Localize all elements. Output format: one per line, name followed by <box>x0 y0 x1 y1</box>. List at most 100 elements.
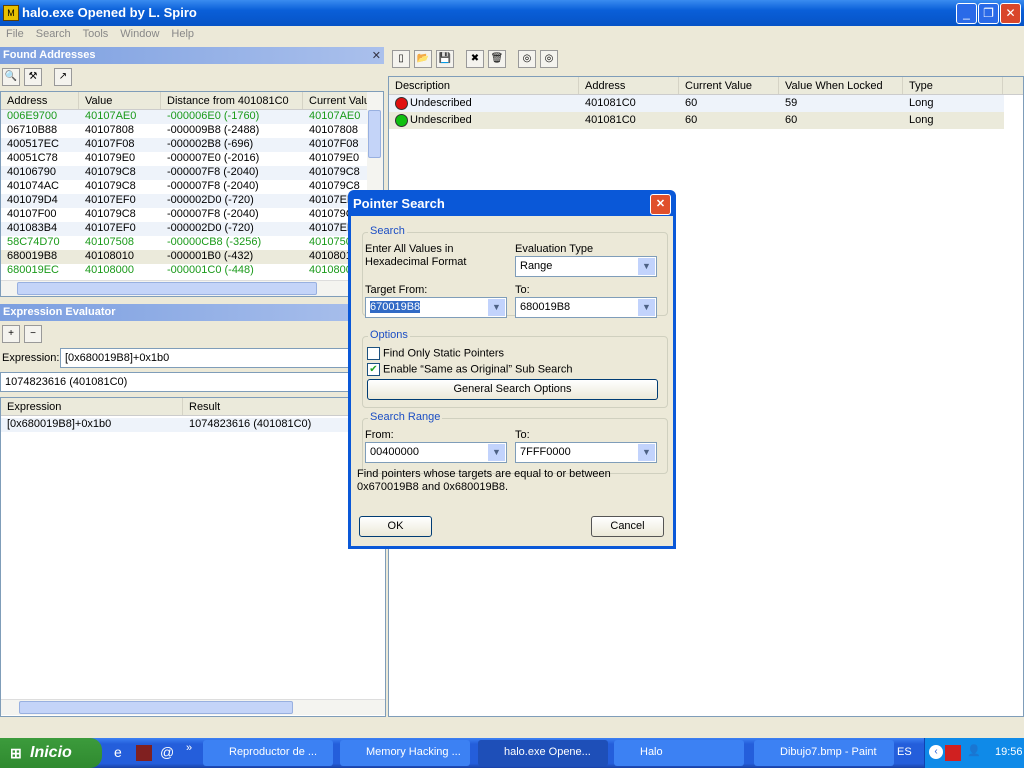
save-icon[interactable]: 💾 <box>436 50 454 68</box>
horizontal-scrollbar[interactable] <box>1 280 369 296</box>
menu-search[interactable]: Search <box>30 26 77 42</box>
target-to-label: To: <box>515 284 530 296</box>
table-row[interactable]: 401079D4 40107EF0 -000002D0 (-720) 40107EF0 <box>1 194 383 208</box>
found-toolbar: 🔍 ⚒ ↗ <box>2 68 76 86</box>
search-icon[interactable]: 🔍 <box>2 68 20 86</box>
options-group: Options Find Only Static Pointers ✔ Enabl… <box>362 329 668 408</box>
dialog-close-button[interactable]: ✕ <box>650 194 671 215</box>
taskbar: ⊞ Inicio e @ » Reproductor de ... Memory H… <box>0 738 1024 768</box>
combo-value: 670019B8 <box>370 301 421 313</box>
remove-icon[interactable]: − <box>24 325 42 343</box>
horizontal-scrollbar[interactable] <box>1 699 385 715</box>
cell: Undescribed <box>389 112 579 129</box>
expression-result: 1074823616 (401081C0) <box>0 372 384 392</box>
cell: 680019EC <box>7 264 59 276</box>
taskbar-item[interactable]: Dibujo7.bmp - Paint <box>754 740 894 766</box>
table-row[interactable]: 40051C78 401079E0 -000007E0 (-2016) 401079E… <box>1 152 383 166</box>
cell: 680019B8 <box>7 250 58 262</box>
language-indicator[interactable]: ES <box>897 746 912 758</box>
col-address[interactable]: Address <box>1 92 79 109</box>
lock-icon[interactable]: ◎ <box>518 50 536 68</box>
user-icon[interactable]: 👤 <box>967 744 981 757</box>
menu-window[interactable]: Window <box>114 26 165 42</box>
antivirus-icon[interactable] <box>945 745 961 761</box>
group-label: Search <box>368 225 407 237</box>
table-row[interactable]: 680019EC 40108000 -000001C0 (-448) 40108000 <box>1 264 383 278</box>
evaluator-toolbar: + − <box>2 325 46 343</box>
cell: 401081C0 <box>585 97 636 109</box>
table-row[interactable]: 401074AC 401079C8 -000007F8 (-2040) 401079C… <box>1 180 383 194</box>
cell: -000007E0 (-2016) <box>167 152 260 164</box>
col-value[interactable]: Value <box>79 92 161 109</box>
menu-tools[interactable]: Tools <box>77 26 115 42</box>
evaluation-type-select[interactable]: Range ▼ <box>515 256 657 277</box>
menu-help[interactable]: Help <box>165 26 200 42</box>
close-panel-icon[interactable]: ✕ <box>372 49 381 62</box>
app-icon[interactable]: M <box>3 5 19 21</box>
col-value-locked[interactable]: Value When Locked <box>779 77 903 94</box>
table-row[interactable]: 40106790 401079C8 -000007F8 (-2040) 401079C… <box>1 166 383 180</box>
cancel-button[interactable]: Cancel <box>591 516 664 537</box>
close-button[interactable]: ✕ <box>1000 3 1021 24</box>
same-as-original-checkbox[interactable]: ✔ Enable “Same as Original” Sub Search <box>367 363 573 376</box>
cell: 40107F00 <box>7 208 57 220</box>
table-row[interactable]: Undescribed 401081C0 60 60 Long <box>389 112 1004 129</box>
ie-quicklaunch-icon[interactable]: e <box>114 744 122 760</box>
minimize-button[interactable]: _ <box>956 3 977 24</box>
checkbox[interactable] <box>367 347 380 360</box>
red-status-icon[interactable] <box>395 96 408 110</box>
taskbar-item[interactable]: Halo <box>614 740 744 766</box>
target-from-combo[interactable]: 670019B8 ▼ <box>365 297 507 318</box>
clock[interactable]: 19:56 <box>995 746 1023 758</box>
col-address[interactable]: Address <box>579 77 679 94</box>
lock-edit-icon[interactable]: ◎ <box>540 50 558 68</box>
group-label: Options <box>368 329 410 341</box>
menu-file[interactable]: File <box>0 26 30 42</box>
table-row[interactable]: 06710B88 40107808 -000009B8 (-2488) 4010780… <box>1 124 383 138</box>
general-search-options-button[interactable]: General Search Options <box>367 379 658 400</box>
col-description[interactable]: Description <box>389 77 579 94</box>
target-to-combo[interactable]: 680019B8 ▼ <box>515 297 657 318</box>
green-status-icon[interactable] <box>395 113 408 127</box>
trash-icon[interactable]: 🗑 <box>488 50 506 68</box>
range-from-combo[interactable]: 00400000 ▼ <box>365 442 507 463</box>
list-header: Address Value Distance from 401081C0 Cur… <box>1 92 383 110</box>
checkbox[interactable]: ✔ <box>367 363 380 376</box>
start-button[interactable]: ⊞ Inicio <box>0 738 102 768</box>
new-icon[interactable]: ▯ <box>392 50 410 68</box>
col-current[interactable]: Current Valu <box>303 92 371 109</box>
table-row[interactable]: 006E9700 40107AE0 -000006E0 (-1760) 40107AE… <box>1 110 383 124</box>
table-row[interactable]: 400517EC 40107F08 -000002B8 (-696) 40107F08 <box>1 138 383 152</box>
list-item[interactable]: [0x680019B8]+0x1b0 1074823616 (401081C0) <box>1 418 385 432</box>
table-row[interactable]: 40107F00 401079C8 -000007F8 (-2040) 401079C… <box>1 208 383 222</box>
app-quicklaunch-icon[interactable] <box>136 745 152 761</box>
col-type[interactable]: Type <box>903 77 1003 94</box>
group-label: Search Range <box>368 411 443 423</box>
table-row[interactable]: 58C74D70 40107508 -00000CB8 (-3256) 4010750… <box>1 236 383 250</box>
taskbar-item[interactable]: Memory Hacking ... <box>340 740 470 766</box>
col-expression[interactable]: Expression <box>1 398 183 415</box>
col-current-value[interactable]: Current Value <box>679 77 779 94</box>
chevron-left-icon[interactable]: ‹ <box>929 745 943 759</box>
table-row[interactable]: 401083B4 40107EF0 -000002D0 (-720) 40107EF0 <box>1 222 383 236</box>
dialog-title: Pointer Search <box>353 196 445 211</box>
range-to-combo[interactable]: 7FFF0000 ▼ <box>515 442 657 463</box>
ok-button[interactable]: OK <box>359 516 432 537</box>
chevron-more-icon[interactable]: » <box>186 742 192 754</box>
add-icon[interactable]: + <box>2 325 20 343</box>
taskbar-item[interactable]: halo.exe Opene... <box>478 740 608 766</box>
static-pointers-checkbox[interactable]: Find Only Static Pointers <box>367 347 504 360</box>
taskbar-item[interactable]: Reproductor de ... <box>203 740 333 766</box>
table-row[interactable]: 680019B8 40108010 -000001B0 (-432) 40108010 <box>1 250 383 264</box>
pointer-search-dialog: Pointer Search ✕ Search Enter All Values… <box>348 190 676 549</box>
search-range-group: Search Range From: To: 00400000 ▼ 7FFF000… <box>362 411 668 474</box>
browser-quicklaunch-icon[interactable]: @ <box>160 744 174 760</box>
maximize-button[interactable]: ❐ <box>978 3 999 24</box>
table-row[interactable]: Undescribed 401081C0 60 59 Long <box>389 95 1004 112</box>
expression-input[interactable]: [0x680019B8]+0x1b0 <box>60 348 384 368</box>
export-icon[interactable]: ↗ <box>54 68 72 86</box>
col-distance[interactable]: Distance from 401081C0 <box>161 92 303 109</box>
delete-icon[interactable]: ✖ <box>466 50 484 68</box>
open-icon[interactable]: 📂 <box>414 50 432 68</box>
tools-icon[interactable]: ⚒ <box>24 68 42 86</box>
